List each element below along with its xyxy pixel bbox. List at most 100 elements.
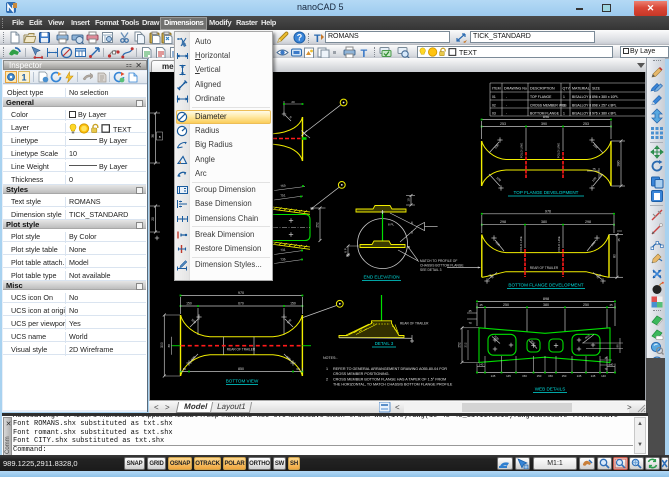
svg-text:THE HORIZONTAL, TO MATCH CHASS: THE HORIZONTAL, TO MATCH CHASSIS BOTTOM … [333,382,453,386]
svg-text:45: 45 [617,238,621,242]
svg-text:B: B [159,135,161,139]
svg-text:DESCRIPTION: DESCRIPTION [530,87,555,91]
svg-text:02: 02 [492,104,496,108]
svg-text:CROSS MEMBER BOTTOM FLANGE HAS: CROSS MEMBER BOTTOM FLANGE HAS A TAPER O… [333,378,446,382]
svg-text:45: 45 [479,303,483,307]
svg-text:150: 150 [186,302,192,306]
svg-text:970: 970 [238,291,244,295]
svg-text:01: 01 [492,95,496,99]
svg-text:390: 390 [541,122,547,126]
svg-text:REAR OF TRAILER: REAR OF TRAILER [400,322,429,326]
svg-text:MATCH TO PROFILE OF: MATCH TO PROFILE OF [420,259,457,263]
svg-text:145: 145 [506,374,511,378]
svg-text:1: 1 [326,367,328,371]
svg-text:140: 140 [609,363,614,367]
svg-text:150: 150 [548,374,553,378]
svg-text:BISALLOY 8: BISALLOY 8 [572,104,591,108]
svg-text:8 PL: 8 PL [388,223,395,227]
svg-text:6: 6 [411,221,413,225]
svg-text:145: 145 [591,374,596,378]
svg-text:88: 88 [167,344,171,348]
svg-text:140: 140 [479,363,484,367]
svg-text:60: 60 [296,367,300,371]
svg-text:140: 140 [601,374,606,378]
svg-text:212: 212 [464,342,468,347]
svg-text:SEE DETAIL 3: SEE DETAIL 3 [420,268,442,272]
svg-text:45: 45 [604,356,608,360]
svg-text:-: - [506,112,507,116]
svg-text:976 x 380 x 8PL: 976 x 380 x 8PL [592,112,617,116]
svg-text:252: 252 [316,222,320,228]
svg-text:ITEM: ITEM [492,87,501,91]
svg-text:898 x 257 x 8PL: 898 x 257 x 8PL [592,104,617,108]
svg-text:150: 150 [290,302,296,306]
svg-text:NOTES:-: NOTES:- [323,356,338,360]
svg-text:70: 70 [604,367,608,371]
svg-text:FOLD LINE: FOLD LINE [519,236,523,252]
svg-text:253: 253 [500,122,506,126]
svg-text:REFER TO GENERAL ARRANGEMENT D: REFER TO GENERAL ARRANGEMENT DRAWING A05… [333,367,447,371]
svg-text:896: 896 [543,115,549,119]
svg-text:253: 253 [583,122,589,126]
svg-text:380: 380 [617,161,621,167]
svg-text:MATERIAL: MATERIAL [572,87,590,91]
svg-text:250: 250 [503,303,509,307]
svg-text:8 P: 8 P [344,248,348,253]
svg-text:1: 1 [563,95,565,99]
svg-text:BOTTOM FLANGE DEVELOPMENT: BOTTOM FLANGE DEVELOPMENT [508,283,583,288]
svg-text:CROSS MEMBER WEB: CROSS MEMBER WEB [530,104,567,108]
svg-text:FOLD LINE: FOLD LINE [557,236,561,252]
svg-text:WEB DETAILS: WEB DETAILS [535,387,566,392]
svg-text:670: 670 [238,302,244,306]
svg-text:252: 252 [458,342,462,348]
svg-text:?: ? [297,33,303,43]
svg-text:145: 145 [577,374,582,378]
svg-text:150: 150 [537,374,542,378]
svg-text:BISALLOY 8: BISALLOY 8 [572,95,591,99]
svg-text:150: 150 [562,374,567,378]
svg-text:QTY: QTY [563,87,571,91]
svg-text:CHASSIS BOTTOM FLANGE: CHASSIS BOTTOM FLANGE [420,264,464,268]
svg-text:75: 75 [592,167,596,171]
svg-text:898: 898 [543,297,549,301]
svg-text:TOP FLANGE DEVELOPMENT: TOP FLANGE DEVELOPMENT [514,190,579,195]
svg-text:70: 70 [468,321,472,325]
svg-text:60: 60 [183,367,187,371]
svg-text:80: 80 [613,254,617,258]
svg-text:36: 36 [151,134,155,138]
svg-text:-: - [506,95,507,99]
svg-text:298: 298 [500,220,506,224]
svg-text:FOLD LINE: FOLD LINE [557,143,561,159]
svg-text:REAR OF TRAILER: REAR OF TRAILER [530,266,559,270]
svg-text:1: 1 [563,112,565,116]
svg-text:DETAIL 3: DETAIL 3 [375,341,394,346]
svg-text:REAR OF TRAILER: REAR OF TRAILER [227,348,256,352]
svg-text:731: 731 [280,248,286,253]
svg-text:FOLD LINE: FOLD LINE [520,143,524,159]
svg-text:45: 45 [609,303,613,307]
svg-text:759: 759 [280,184,286,189]
svg-text:751: 751 [280,193,286,198]
svg-text:96: 96 [616,344,620,348]
svg-text:735: 735 [280,257,286,262]
svg-text:03: 03 [492,112,496,116]
svg-text:6: 6 [411,231,413,235]
svg-text:END ELEVATION: END ELEVATION [363,275,399,280]
svg-text:2: 2 [326,378,328,382]
svg-text:896 x 380 x 10PL: 896 x 380 x 10PL [592,95,619,99]
svg-text:250: 250 [583,303,589,307]
svg-text:45: 45 [468,309,472,313]
svg-text:BISALLOY 8: BISALLOY 8 [572,112,591,116]
svg-text:20: 20 [291,100,295,104]
svg-text:380: 380 [543,303,549,307]
svg-text:-: - [506,104,507,108]
svg-text:BOTTOM VIEW: BOTTOM VIEW [226,379,259,384]
svg-text:10: 10 [407,198,411,202]
svg-text:T: T [314,33,321,44]
svg-text:DRAWING No: DRAWING No [504,87,527,91]
svg-text:300: 300 [160,342,164,348]
svg-text:298: 298 [585,220,591,224]
svg-text:1: 1 [563,104,565,108]
svg-text:1: 1 [21,73,26,83]
svg-text:150: 150 [522,374,527,378]
